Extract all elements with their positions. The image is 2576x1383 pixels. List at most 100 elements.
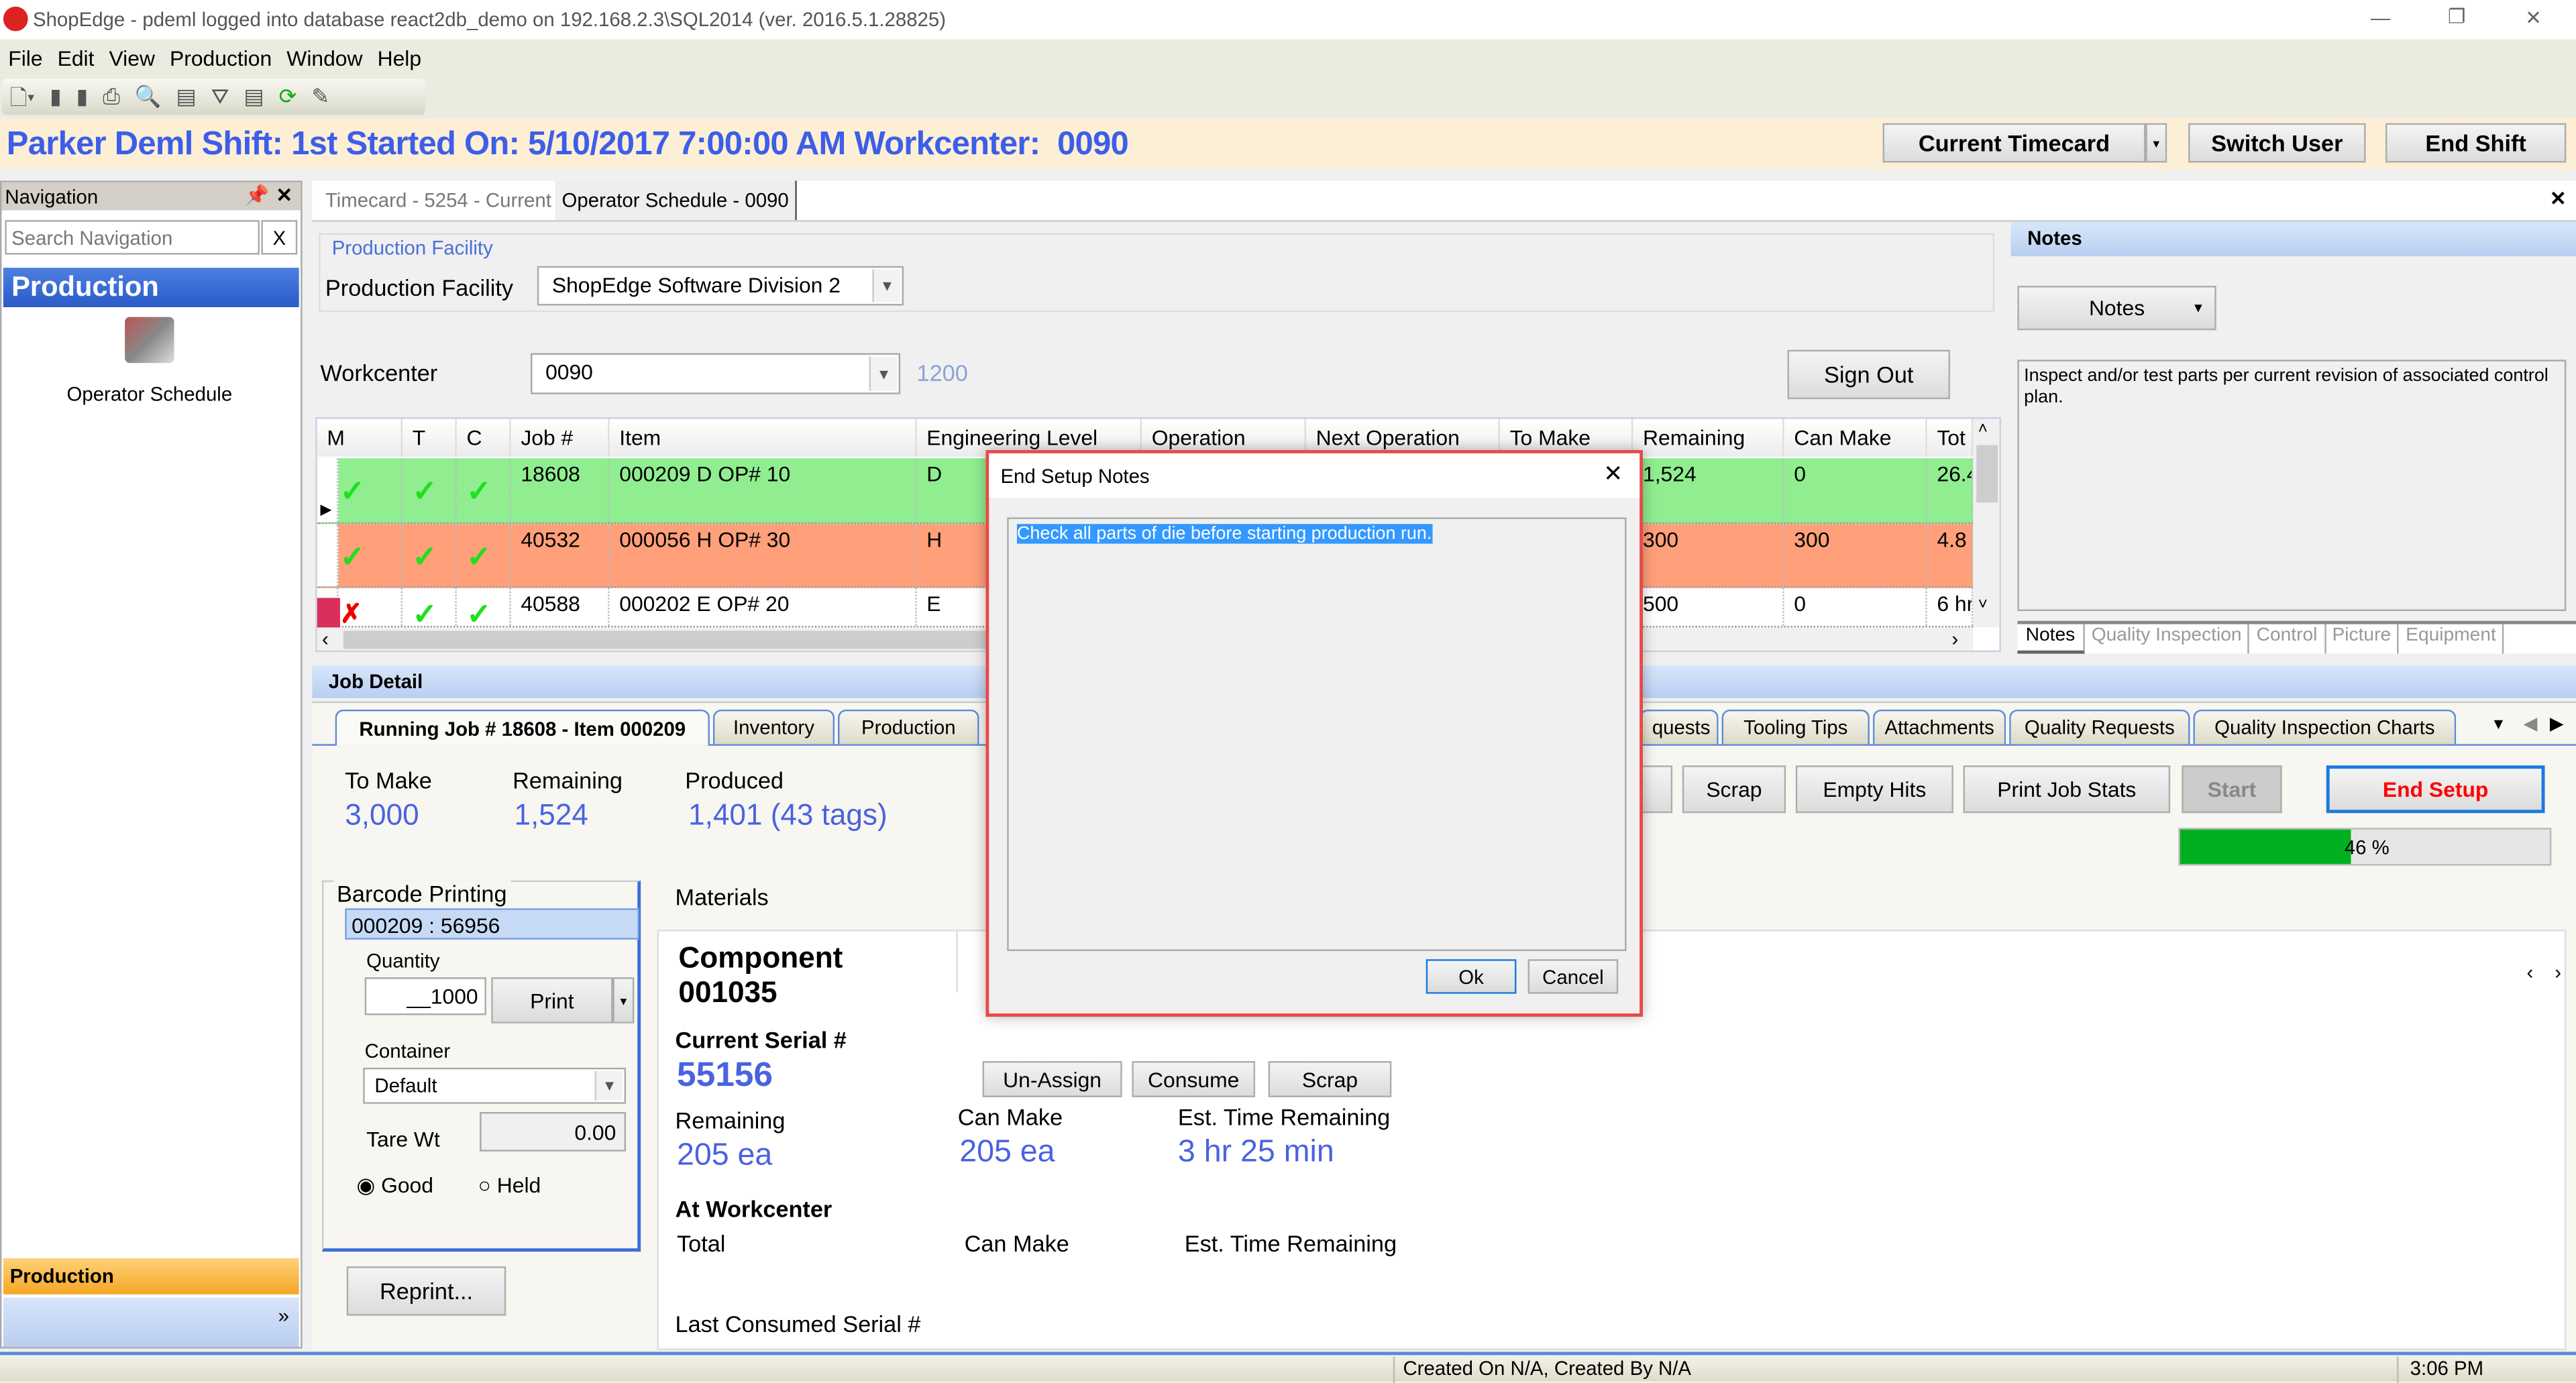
tab-production[interactable]: Production (837, 709, 979, 744)
minimize-button[interactable]: — (2371, 7, 2390, 30)
notes-dropdown-button[interactable]: Notes ▼ (2017, 286, 2216, 331)
notes-text[interactable]: Inspect and/or test parts per current re… (2017, 359, 2567, 612)
col-c[interactable]: C (456, 419, 511, 457)
print-preview-icon[interactable]: 🔍 (135, 84, 162, 110)
filter-icon[interactable]: ⛛ (211, 84, 229, 110)
current-timecard-dropdown[interactable]: ▾ (2145, 123, 2167, 163)
tab-scroll-right-icon[interactable]: ▶ (2550, 713, 2564, 734)
menu-file[interactable]: File (8, 46, 42, 71)
edit-icon[interactable]: ✎ (311, 84, 329, 110)
print-icon[interactable]: ⎙ (103, 84, 119, 110)
workcenter-select[interactable]: 0090 ▼ (531, 353, 901, 394)
material-remaining-value: 205 ea (676, 1138, 773, 1173)
tab-running-job[interactable]: Running Job # 18608 - Item 000209 (335, 709, 710, 746)
material-scrap-button[interactable]: Scrap (1268, 1061, 1392, 1097)
tab-notes[interactable]: Notes (2017, 624, 2085, 654)
col-job[interactable]: Job # (511, 419, 610, 457)
unassign-button[interactable]: Un-Assign (982, 1061, 1122, 1097)
end-shift-button[interactable]: End Shift (2385, 123, 2567, 163)
pin-icon[interactable]: 📌 (245, 184, 270, 207)
quantity-input[interactable]: __1000 (364, 977, 486, 1015)
dialog-close-icon[interactable]: ✕ (1603, 460, 1623, 488)
close-document-icon[interactable]: ✕ (2550, 187, 2567, 210)
tab-quality-requests[interactable]: Quality Requests (2009, 709, 2190, 744)
close-window-button[interactable]: ✕ (2525, 7, 2542, 30)
nav-bottom-production[interactable]: Production (3, 1258, 299, 1294)
tab-quality-inspection-charts[interactable]: Quality Inspection Charts (2193, 709, 2457, 744)
vertical-scrollbar[interactable]: ˄ ˅ (1973, 419, 2000, 628)
tab-equipment[interactable]: Equipment (2399, 624, 2505, 654)
container-label: Container (364, 1040, 451, 1063)
material-remaining-label: Remaining (675, 1107, 786, 1133)
empty-hits-button[interactable]: Empty Hits (1795, 765, 1953, 814)
clear-search-button[interactable]: X (261, 220, 298, 255)
progress-label: 46 % (2344, 836, 2390, 859)
tare-input[interactable]: 0.00 (480, 1111, 627, 1152)
tab-inventory[interactable]: Inventory (712, 709, 835, 744)
col-t[interactable]: T (402, 419, 457, 457)
nav-expand-button[interactable]: » (3, 1297, 299, 1347)
search-navigation-input[interactable]: Search Navigation (5, 220, 260, 255)
held-radio[interactable]: ○ Held (478, 1173, 541, 1198)
chevron-down-icon: ▼ (594, 1070, 623, 1101)
scrap-button[interactable]: Scrap (1682, 765, 1786, 814)
dialog-notes-textarea[interactable]: Check all parts of die before starting p… (1007, 517, 1627, 951)
col-item[interactable]: Item (609, 419, 917, 457)
ok-button[interactable]: Ok (1426, 959, 1517, 994)
save-icon[interactable]: ▮ (50, 84, 62, 110)
end-setup-button[interactable]: End Setup (2326, 765, 2545, 814)
menu-window[interactable]: Window (286, 46, 362, 71)
reprint-button[interactable]: Reprint... (346, 1266, 506, 1316)
save-all-icon[interactable]: ▮ (76, 84, 89, 110)
print-job-stats-button[interactable]: Print Job Stats (1963, 765, 2171, 814)
switch-user-button[interactable]: Switch User (2188, 123, 2366, 163)
cancel-button[interactable]: Cancel (1527, 959, 1619, 994)
container-select[interactable]: Default ▼ (363, 1067, 627, 1104)
facility-select[interactable]: ShopEdge Software Division 2 ▼ (537, 266, 904, 306)
col-remaining[interactable]: Remaining (1633, 419, 1784, 457)
print-dropdown[interactable]: ▾ (612, 977, 635, 1024)
status-created: Created On N/A, Created By N/A (1393, 1356, 2399, 1383)
refresh-icon[interactable]: ⟳ (279, 84, 297, 110)
tab-quality-inspection[interactable]: Quality Inspection (2085, 624, 2250, 654)
tab-attachments[interactable]: Attachments (1872, 709, 2006, 744)
sign-out-button[interactable]: Sign Out (1787, 349, 1950, 400)
scroll-right-icon[interactable]: › (2555, 961, 2561, 984)
tab-tooling-tips[interactable]: Tooling Tips (1721, 709, 1870, 744)
tab-scroll-left-icon[interactable]: ◀ (2524, 713, 2538, 734)
consume-button[interactable]: Consume (1132, 1061, 1256, 1097)
tab-operator-schedule[interactable]: Operator Schedule - 0090 (555, 180, 797, 221)
remove-row-icon[interactable]: ▤ (244, 84, 264, 110)
menu-view[interactable]: View (109, 46, 155, 71)
close-icon[interactable]: ✕ (276, 184, 292, 207)
tab-quality-requests-partial[interactable]: quests (1640, 709, 1719, 744)
col-can-make[interactable]: Can Make (1784, 419, 1927, 457)
restore-button[interactable]: ❐ (2448, 5, 2465, 27)
menu-edit[interactable]: Edit (58, 46, 95, 71)
tab-timecard[interactable]: Timecard - 5254 - Current (325, 189, 551, 212)
operator-schedule-icon (125, 317, 174, 364)
cell-can-make: 0 (1784, 588, 1927, 626)
barcode-list-item[interactable]: 000209 : 56956 (345, 908, 639, 940)
current-timecard-button[interactable]: Current Timecard (1882, 123, 2146, 163)
material-can-make-label: Can Make (957, 1103, 1063, 1130)
operator-schedule-item[interactable]: Operator Schedule (51, 317, 248, 406)
tab-picture[interactable]: Picture (2326, 624, 2400, 654)
start-button[interactable]: Start (2182, 765, 2282, 814)
wc-can-make-label: Can Make (964, 1230, 1069, 1257)
nav-section-production[interactable]: Production (3, 268, 299, 307)
add-row-icon[interactable]: ▤ (176, 84, 196, 110)
toolbar: 🗋▾ ▮ ▮ ⎙ 🔍 ▤ ⛛ ▤ ⟳ ✎ (0, 75, 2576, 119)
component-tab[interactable]: Component 001035 (659, 931, 958, 1009)
good-radio[interactable]: ◉ Good (356, 1173, 433, 1199)
tab-list-icon[interactable]: ▾ (2494, 713, 2504, 734)
col-total[interactable]: Tot (1927, 419, 1974, 457)
col-m[interactable]: M (317, 419, 403, 457)
dialog-title: End Setup Notes (1000, 465, 1150, 488)
new-icon[interactable]: 🗋▾ (10, 84, 35, 110)
print-button[interactable]: Print (491, 977, 613, 1024)
menu-help[interactable]: Help (378, 46, 422, 71)
menu-production[interactable]: Production (170, 46, 272, 71)
tab-control[interactable]: Control (2250, 624, 2326, 654)
scroll-left-icon[interactable]: ‹ (2527, 961, 2534, 984)
